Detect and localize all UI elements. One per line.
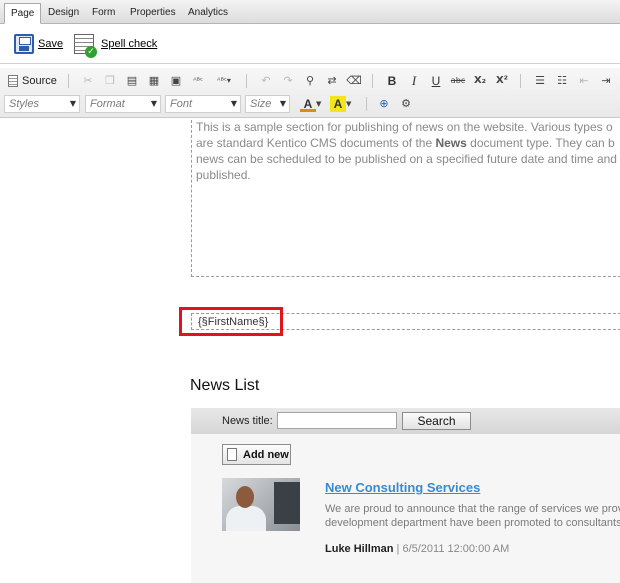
undo-icon[interactable]: ↶ <box>258 73 274 89</box>
spellcheck-icon <box>74 34 97 58</box>
news-list-panel: News title: Search Add new New Consultin… <box>191 408 620 583</box>
add-new-label: Add new <box>243 448 289 461</box>
toolbar-separator <box>68 74 69 88</box>
background-color-button[interactable]: A ▼ <box>330 96 351 112</box>
new-page-icon <box>227 448 237 461</box>
spellcheck-button[interactable]: Spell check <box>74 34 158 58</box>
bold-icon[interactable]: B <box>384 73 400 89</box>
paste-word-icon[interactable]: ▣ <box>168 73 184 89</box>
news-title-input[interactable] <box>277 412 397 429</box>
size-select-value: Size <box>250 98 272 110</box>
remove-format-icon[interactable]: ⌫ <box>346 73 362 89</box>
toolbar-row-2: Styles ▼ Format ▼ Font ▼ Size ▼ A ▼ A ▼ <box>0 93 620 115</box>
chevron-down-icon: ▼ <box>279 99 286 108</box>
summary-line: development department have been promote… <box>325 517 620 529</box>
tab-analytics[interactable]: Analytics <box>182 3 234 24</box>
copy-icon[interactable]: ❐ <box>102 73 118 89</box>
strike-icon[interactable]: abc <box>450 73 466 89</box>
font-select[interactable]: Font ▼ <box>165 95 241 113</box>
action-toolbar: Save Spell check <box>0 24 620 64</box>
section-line: news can be scheduled to be published on… <box>196 152 617 166</box>
insert-image-icon[interactable]: ⚙ <box>398 96 414 112</box>
replace-icon[interactable]: ⇄ <box>324 73 340 89</box>
text-color-button[interactable]: A ▼ <box>300 96 321 112</box>
thumbnail-person-head <box>236 486 254 508</box>
news-item-date: 6/5/2011 12:00:00 AM <box>402 543 510 555</box>
paste-text-icon[interactable]: ▦ <box>146 73 162 89</box>
editable-content-area: This is a sample section for publishing … <box>0 119 620 583</box>
background-color-icon: A <box>330 96 346 112</box>
section-line: published. <box>196 168 251 182</box>
source-button[interactable]: Source <box>8 73 57 89</box>
chevron-down-icon: ▼ <box>230 99 237 108</box>
underline-icon[interactable]: U <box>428 73 444 89</box>
news-item-author: Luke Hillman <box>325 543 394 555</box>
news-filter-bar: News title: Search <box>191 408 620 434</box>
chevron-down-icon: ▼ <box>150 99 157 108</box>
format-select-value: Format <box>90 98 125 110</box>
source-icon <box>8 75 18 87</box>
section-line: This is a sample section for publishing … <box>196 120 613 134</box>
save-button[interactable]: Save <box>14 34 63 54</box>
outdent-icon[interactable]: ⇤ <box>576 73 592 89</box>
indent-icon[interactable]: ⇥ <box>598 73 614 89</box>
mode-tabbar: Page Design Form Properties Analytics <box>0 0 620 24</box>
styles-select-value: Styles <box>9 98 39 110</box>
tab-form[interactable]: Form <box>86 3 121 24</box>
source-label: Source <box>22 75 57 87</box>
font-select-value: Font <box>170 98 193 110</box>
save-icon <box>14 34 34 54</box>
italic-icon[interactable]: I <box>406 73 422 89</box>
add-new-button[interactable]: Add new <box>222 444 291 465</box>
cut-icon[interactable]: ✂ <box>80 73 96 89</box>
find-icon[interactable]: ⚲ <box>302 73 318 89</box>
spellcheck-toolbar-icon[interactable]: ᴬᴮᶜ <box>190 73 206 89</box>
bulleted-list-icon[interactable]: ☷ <box>554 73 570 89</box>
section-line-start: are standard Kentico CMS documents of th… <box>196 136 436 150</box>
thumbnail-person-body <box>226 506 266 531</box>
tab-design[interactable]: Design <box>42 3 85 24</box>
cms-page-editor: Page Design Form Properties Analytics Sa… <box>0 0 620 583</box>
section-text: This is a sample section for publishing … <box>196 119 620 183</box>
toolbar-row-1: Source ✂ ❐ ▤ ▦ ▣ ᴬᴮᶜ ᴬᴮᶜ▾ ↶ ↷ ⚲ ⇄ ⌫ B I … <box>0 70 620 92</box>
format-select[interactable]: Format ▼ <box>85 95 161 113</box>
news-item-meta: Luke Hillman | 6/5/2011 12:00:00 AM <box>325 543 509 555</box>
text-color-icon: A <box>300 96 316 112</box>
toolbar-separator <box>372 74 373 88</box>
section-line-tail: document type. They can b <box>466 136 615 150</box>
superscript-icon[interactable]: X² <box>494 73 510 89</box>
section-line: are standard Kentico CMS documents of th… <box>196 135 620 151</box>
tab-page[interactable]: Page <box>4 3 42 24</box>
size-select[interactable]: Size ▼ <box>245 95 290 113</box>
numbered-list-icon[interactable]: ☰ <box>532 73 548 89</box>
news-item-title-link[interactable]: New Consulting Services <box>325 480 480 495</box>
chevron-down-icon: ▼ <box>69 99 76 108</box>
news-item-thumbnail[interactable] <box>222 478 300 531</box>
toolbar-separator <box>246 74 247 88</box>
spellcheck-label: Spell check <box>101 38 158 50</box>
search-button[interactable]: Search <box>402 412 471 430</box>
news-item-summary: We are proud to announce that the range … <box>325 502 620 530</box>
chevron-down-icon: ▼ <box>316 100 322 108</box>
thumbnail-screen <box>274 482 300 524</box>
toolbar-separator <box>520 74 521 88</box>
highlight-annotation <box>179 307 283 336</box>
styles-select[interactable]: Styles ▼ <box>4 95 80 113</box>
redo-icon[interactable]: ↷ <box>280 73 296 89</box>
section-bold-word: News <box>435 136 467 150</box>
wysiwyg-toolbar: Source ✂ ❐ ▤ ▦ ▣ ᴬᴮᶜ ᴬᴮᶜ▾ ↶ ↷ ⚲ ⇄ ⌫ B I … <box>0 68 620 118</box>
subscript-icon[interactable]: X₂ <box>472 73 488 89</box>
scayt-icon[interactable]: ᴬᴮᶜ▾ <box>212 73 236 89</box>
summary-line: We are proud to announce that the range … <box>325 503 620 515</box>
toolbar-separator <box>366 97 367 111</box>
insert-link-icon[interactable]: ⊕ <box>376 96 392 112</box>
paste-icon[interactable]: ▤ <box>124 73 140 89</box>
save-label: Save <box>38 38 64 50</box>
news-title-label: News title: <box>222 415 273 427</box>
news-list-heading: News List <box>190 377 260 394</box>
tab-properties[interactable]: Properties <box>124 3 182 24</box>
chevron-down-icon: ▼ <box>346 100 352 108</box>
